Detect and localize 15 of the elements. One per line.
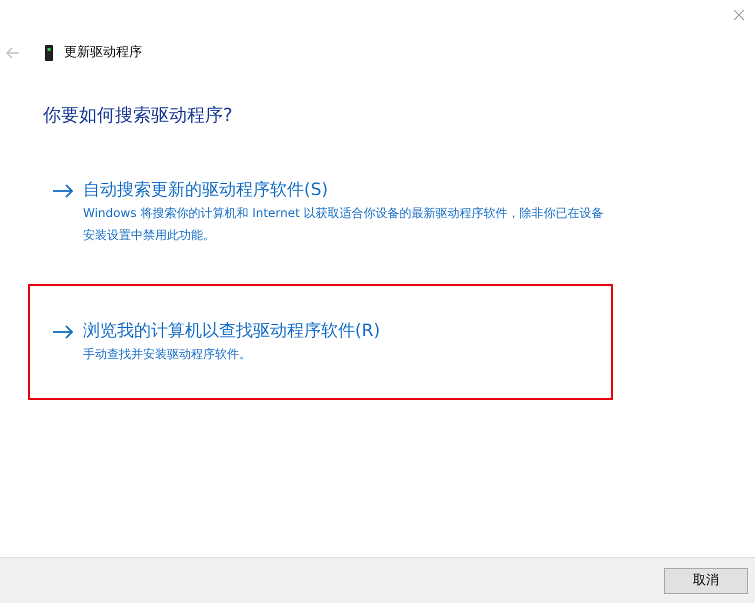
option-description: 手动查找并安装驱动程序软件。 [83,346,252,363]
back-arrow-icon [6,47,20,59]
back-button[interactable] [5,45,21,61]
dialog-heading: 你要如何搜索驱动程序? [43,104,234,128]
window-title: 更新驱动程序 [64,44,142,62]
right-arrow-icon [52,184,74,198]
close-icon [733,9,745,21]
option-title: 浏览我的计算机以查找驱动程序软件(R) [83,320,382,343]
cancel-button[interactable]: 取消 [664,568,748,594]
option-link[interactable]: 浏览我的计算机以查找驱动程序软件(R) 手动查找并安装驱动程序软件。 [28,284,613,400]
option-title: 自动搜索更新的驱动程序软件(S) [83,179,330,202]
option-link[interactable]: 自动搜索更新的驱动程序软件(S) Windows 将搜索你的计算机和 Internet 以获取适合你设备的最新驱动程序软件，除非你已在设备安装设置中禁用此功能。 [28,172,613,252]
option-description: Windows 将搜索你的计算机和 Internet 以获取适合你设备的最新驱动程序软件，除非你已在设备安装设置中禁用此功能。 [83,205,605,244]
device-icon [45,45,53,61]
right-arrow-icon [52,325,74,339]
